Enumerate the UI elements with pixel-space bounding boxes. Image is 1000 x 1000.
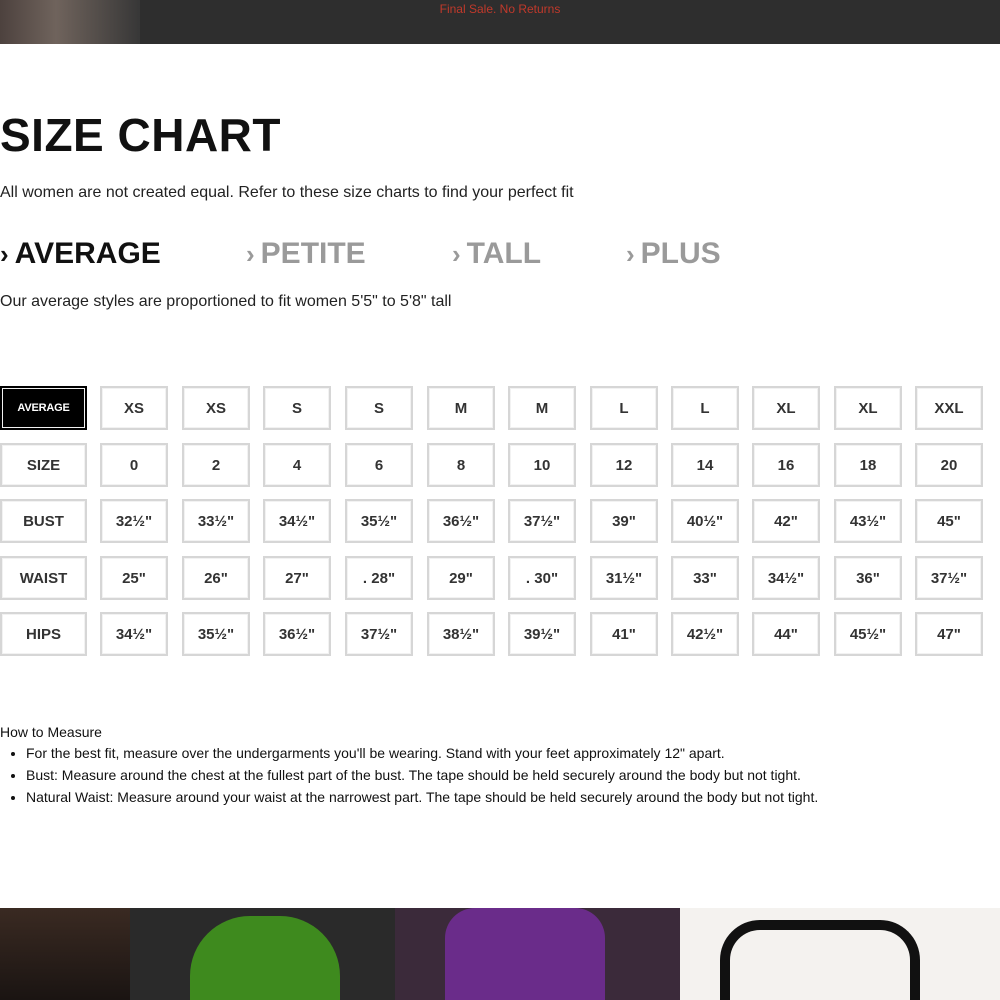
table-cell: 37½" [915, 556, 983, 600]
product-photo[interactable] [0, 908, 130, 1000]
table-cell: 36½" [263, 612, 331, 656]
table-cell: 34½" [100, 612, 168, 656]
promo-text: Final Sale. No Returns [439, 2, 561, 16]
table-cell: 16 [752, 443, 820, 487]
size-table: AVERAGE XS XS S S M M L L XL XL XXL SIZE 0 2 4 6 8 10 12 14 1… [0, 386, 1000, 656]
table-cell: 45½" [834, 612, 902, 656]
table-cell: 10 [508, 443, 576, 487]
size-letter-cell: S [345, 386, 413, 430]
chevron-right-icon: › [0, 239, 9, 269]
table-cell: 32½" [100, 499, 168, 543]
size-letter-cell: XS [182, 386, 250, 430]
table-cell: 4 [263, 443, 331, 487]
table-cell: 14 [671, 443, 739, 487]
size-letter-cell: XL [752, 386, 820, 430]
table-cell: . 30" [508, 556, 576, 600]
table-cell: 39½" [508, 612, 576, 656]
row-header-waist: WAIST [0, 556, 87, 600]
table-cell: 37½" [345, 612, 413, 656]
table-cell: 2 [182, 443, 250, 487]
measure-item: For the best fit, measure over the under… [26, 742, 995, 764]
table-cell: 33½" [182, 499, 250, 543]
table-cell: 43½" [834, 499, 902, 543]
table-cell: 37½" [508, 499, 576, 543]
table-cell: 8 [427, 443, 495, 487]
table-cell: 6 [345, 443, 413, 487]
table-cell: 44" [752, 612, 820, 656]
size-letter-cell: XXL [915, 386, 983, 430]
chevron-right-icon: › [626, 239, 635, 269]
intro-text: All women are not created equal. Refer t… [0, 184, 574, 201]
table-cell: 42" [752, 499, 820, 543]
size-letter-cell: M [427, 386, 495, 430]
table-corner-label: AVERAGE [0, 386, 87, 430]
table-cell: 39" [590, 499, 658, 543]
table-cell: 18 [834, 443, 902, 487]
table-cell: 42½" [671, 612, 739, 656]
table-cell: 36½" [427, 499, 495, 543]
size-chart-modal: SIZE CHART All women are not created equ… [0, 44, 1000, 908]
size-letter-cell: M [508, 386, 576, 430]
size-category-tabs: › AVERAGE › PETITE › TALL › PLUS [0, 236, 1000, 276]
table-cell: . 28" [345, 556, 413, 600]
table-cell: 40½" [671, 499, 739, 543]
row-header-hips: HIPS [0, 612, 87, 656]
table-cell: 25" [100, 556, 168, 600]
tab-average[interactable]: › AVERAGE [0, 236, 161, 272]
table-cell: 26" [182, 556, 250, 600]
table-cell: 36" [834, 556, 902, 600]
table-cell: 0 [100, 443, 168, 487]
row-header-bust: BUST [0, 499, 87, 543]
size-letter-cell: L [590, 386, 658, 430]
table-cell: 20 [915, 443, 983, 487]
table-cell: 12 [590, 443, 658, 487]
tab-description: Our average styles are proportioned to f… [0, 293, 452, 310]
chevron-right-icon: › [452, 239, 461, 269]
top-promo-bar: Final Sale. No Returns [0, 0, 1000, 44]
chevron-right-icon: › [246, 239, 255, 269]
product-photo[interactable] [680, 908, 1000, 1000]
table-cell: 47" [915, 612, 983, 656]
product-photo[interactable] [130, 908, 395, 1000]
table-cell: 29" [427, 556, 495, 600]
table-cell: 34½" [263, 499, 331, 543]
how-to-measure-heading: How to Measure [0, 724, 102, 740]
page-title: SIZE CHART [0, 109, 281, 161]
table-cell: 45" [915, 499, 983, 543]
table-cell: 41" [590, 612, 658, 656]
product-photos-strip [0, 908, 1000, 1000]
size-letter-cell: L [671, 386, 739, 430]
measure-item: Bust: Measure around the chest at the fu… [26, 764, 995, 786]
product-photo[interactable] [395, 908, 680, 1000]
table-cell: 35½" [345, 499, 413, 543]
how-to-measure: How to Measure For the best fit, measure… [0, 724, 995, 808]
size-letter-cell: XS [100, 386, 168, 430]
row-header-size: SIZE [0, 443, 87, 487]
table-cell: 38½" [427, 612, 495, 656]
table-cell: 35½" [182, 612, 250, 656]
tab-petite[interactable]: › PETITE [246, 236, 366, 272]
table-cell: 27" [263, 556, 331, 600]
size-letter-cell: S [263, 386, 331, 430]
measure-item: Natural Waist: Measure around your waist… [26, 786, 995, 808]
size-letter-cell: XL [834, 386, 902, 430]
measure-list: For the best fit, measure over the under… [0, 742, 995, 808]
table-cell: 31½" [590, 556, 658, 600]
table-cell: 33" [671, 556, 739, 600]
tab-plus[interactable]: › PLUS [626, 236, 721, 272]
table-cell: 34½" [752, 556, 820, 600]
tab-tall[interactable]: › TALL [452, 236, 541, 272]
